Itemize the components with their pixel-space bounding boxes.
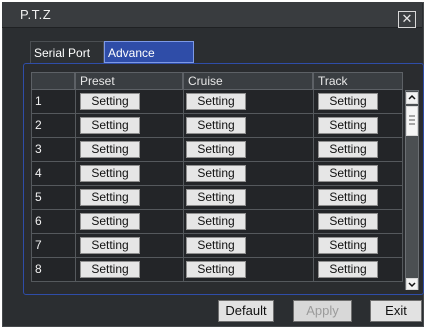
- grip-icon: [409, 115, 415, 125]
- preset-setting-button[interactable]: Setting: [80, 165, 140, 182]
- close-icon: ✕: [401, 11, 413, 26]
- apply-button[interactable]: Apply: [293, 300, 352, 322]
- column-divider: [183, 90, 184, 114]
- column-header-label: Track: [318, 74, 348, 88]
- track-setting-button[interactable]: Setting: [318, 261, 378, 278]
- column-divider: [313, 90, 314, 114]
- table-row: 7 Setting Setting Setting: [31, 234, 403, 258]
- preset-setting-button[interactable]: Setting: [80, 189, 140, 206]
- column-divider: [75, 234, 76, 258]
- track-setting-button[interactable]: Setting: [318, 165, 378, 182]
- tab-advance[interactable]: Advance: [104, 41, 194, 63]
- scroll-thumb[interactable]: [406, 106, 418, 136]
- track-setting-button[interactable]: Setting: [318, 189, 378, 206]
- preset-setting-button[interactable]: Setting: [80, 237, 140, 254]
- table-row: 5 Setting Setting Setting: [31, 186, 403, 210]
- column-header-number: [31, 72, 75, 90]
- default-button[interactable]: Default: [218, 300, 274, 322]
- cruise-setting-button[interactable]: Setting: [186, 237, 246, 254]
- chevron-down-icon: [408, 282, 416, 288]
- cruise-setting-button[interactable]: Setting: [186, 141, 246, 158]
- column-divider: [183, 114, 184, 138]
- column-divider: [183, 258, 184, 282]
- track-setting-button[interactable]: Setting: [318, 237, 378, 254]
- column-divider: [75, 186, 76, 210]
- preset-setting-button[interactable]: Setting: [80, 261, 140, 278]
- column-divider: [75, 138, 76, 162]
- title-bar: P.T.Z ✕: [2, 2, 422, 28]
- column-divider: [313, 138, 314, 162]
- table-row: 8 Setting Setting Setting: [31, 258, 403, 282]
- cruise-setting-button[interactable]: Setting: [186, 165, 246, 182]
- table-row: 2 Setting Setting Setting: [31, 114, 403, 138]
- column-divider: [313, 162, 314, 186]
- table-row: 6 Setting Setting Setting: [31, 210, 403, 234]
- ptz-table: Preset Cruise Track 1 Setting Setting Se…: [31, 72, 403, 294]
- column-divider: [313, 210, 314, 234]
- column-divider: [313, 114, 314, 138]
- close-button[interactable]: ✕: [398, 11, 416, 28]
- cruise-setting-button[interactable]: Setting: [186, 261, 246, 278]
- column-header-track: Track: [313, 72, 403, 90]
- scroll-up-button[interactable]: [406, 92, 418, 104]
- preset-setting-button[interactable]: Setting: [80, 213, 140, 230]
- preset-setting-button[interactable]: Setting: [80, 93, 140, 110]
- tab-label: Advance: [108, 46, 155, 60]
- cruise-setting-button[interactable]: Setting: [186, 93, 246, 110]
- column-divider: [183, 210, 184, 234]
- column-divider: [75, 258, 76, 282]
- track-setting-button[interactable]: Setting: [318, 141, 378, 158]
- track-setting-button[interactable]: Setting: [318, 93, 378, 110]
- column-header-cruise: Cruise: [183, 72, 313, 90]
- row-number: 1: [35, 94, 42, 108]
- column-divider: [313, 186, 314, 210]
- exit-button[interactable]: Exit: [370, 300, 422, 322]
- column-divider: [75, 114, 76, 138]
- column-header-label: Preset: [80, 74, 115, 88]
- cruise-setting-button[interactable]: Setting: [186, 189, 246, 206]
- chevron-up-icon: [408, 94, 416, 100]
- column-header-preset: Preset: [75, 72, 183, 90]
- tab-serial-port[interactable]: Serial Port: [30, 41, 104, 63]
- table-row: 4 Setting Setting Setting: [31, 162, 403, 186]
- row-number: 5: [35, 190, 42, 204]
- row-number: 4: [35, 166, 42, 180]
- preset-setting-button[interactable]: Setting: [80, 117, 140, 134]
- column-header-label: Cruise: [188, 74, 223, 88]
- scroll-down-button[interactable]: [406, 278, 418, 290]
- cruise-setting-button[interactable]: Setting: [186, 117, 246, 134]
- table-row: 1 Setting Setting Setting: [31, 90, 403, 114]
- tab-label: Serial Port: [34, 46, 91, 60]
- track-setting-button[interactable]: Setting: [318, 213, 378, 230]
- row-number: 6: [35, 214, 42, 228]
- preset-setting-button[interactable]: Setting: [80, 141, 140, 158]
- row-number: 8: [35, 262, 42, 276]
- column-divider: [183, 162, 184, 186]
- column-divider: [75, 210, 76, 234]
- track-setting-button[interactable]: Setting: [318, 117, 378, 134]
- column-divider: [183, 234, 184, 258]
- table-row: 3 Setting Setting Setting: [31, 138, 403, 162]
- column-divider: [183, 186, 184, 210]
- row-number: 3: [35, 142, 42, 156]
- window-title: P.T.Z: [20, 7, 52, 22]
- column-divider: [75, 162, 76, 186]
- column-divider: [313, 258, 314, 282]
- column-divider: [183, 138, 184, 162]
- column-divider: [75, 90, 76, 114]
- cruise-setting-button[interactable]: Setting: [186, 213, 246, 230]
- column-divider: [313, 234, 314, 258]
- row-number: 7: [35, 238, 42, 252]
- row-number: 2: [35, 118, 42, 132]
